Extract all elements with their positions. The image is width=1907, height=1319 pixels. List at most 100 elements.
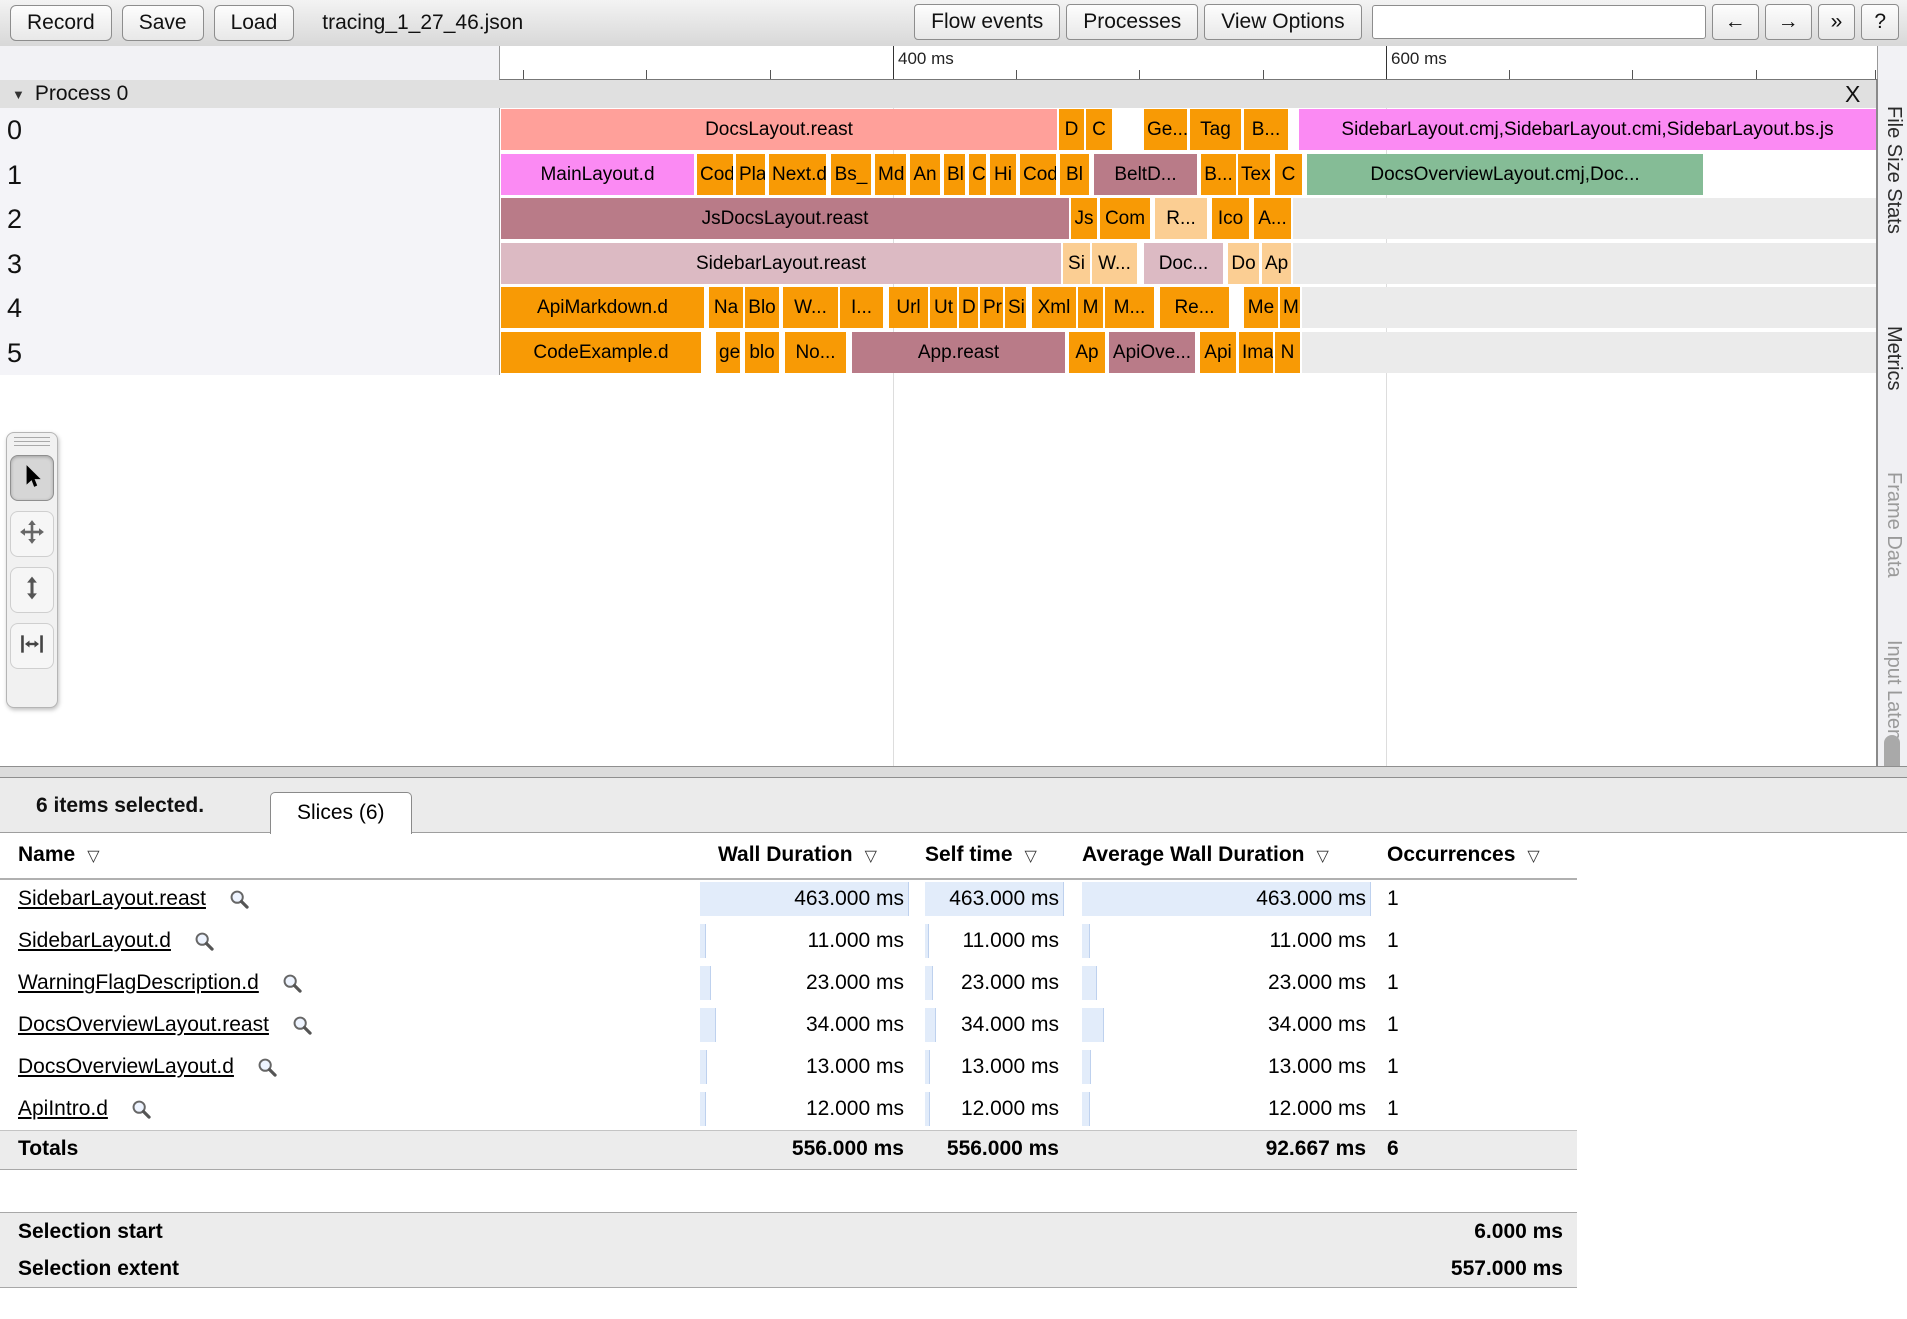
timeline-slice[interactable]: DocsOverviewLayout.cmj,Doc... bbox=[1307, 154, 1703, 195]
column-header-wall-duration[interactable]: Wall Duration▽ bbox=[718, 833, 877, 878]
timeline-slice[interactable]: Api bbox=[1200, 332, 1236, 373]
timeline-slice[interactable]: Md bbox=[875, 154, 906, 195]
timeline-slice[interactable]: Me bbox=[1244, 287, 1278, 328]
column-header-occurrences[interactable]: Occurrences▽ bbox=[1387, 833, 1540, 878]
palette-drag-handle[interactable] bbox=[14, 437, 50, 449]
find-previous-button[interactable]: ← bbox=[1712, 4, 1759, 40]
timeline-slice[interactable]: M bbox=[1280, 287, 1300, 328]
timeline-slice[interactable]: Cod bbox=[1020, 154, 1056, 195]
view-options-button[interactable]: View Options bbox=[1204, 4, 1361, 40]
timeline-slice[interactable]: MainLayout.d bbox=[501, 154, 694, 195]
slice-name-link[interactable]: ApiIntro.d bbox=[18, 1097, 108, 1121]
timeline-slice[interactable]: blo bbox=[745, 332, 779, 373]
timeline-slice[interactable]: Ima bbox=[1239, 332, 1273, 373]
column-header-self-time[interactable]: Self time▽ bbox=[925, 833, 1037, 878]
timeline-slice[interactable]: B... bbox=[1244, 109, 1288, 150]
timeline-slice[interactable]: Tag bbox=[1190, 109, 1241, 150]
timeline-slice[interactable]: C bbox=[1086, 109, 1112, 150]
timeline-slice[interactable]: App.reast bbox=[852, 332, 1065, 373]
timing-tool-button[interactable] bbox=[10, 623, 54, 669]
record-button[interactable]: Record bbox=[10, 5, 112, 41]
slice-name-link[interactable]: DocsOverviewLayout.d bbox=[18, 1055, 234, 1079]
timeline-slice[interactable]: I... bbox=[840, 287, 883, 328]
slice-name-link[interactable]: SidebarLayout.d bbox=[18, 929, 171, 953]
timeline-slice[interactable]: JsDocsLayout.reast bbox=[501, 198, 1069, 239]
processes-button[interactable]: Processes bbox=[1066, 4, 1198, 40]
timeline-slice[interactable]: D bbox=[959, 287, 978, 328]
timeline-slice[interactable]: Pr bbox=[980, 287, 1003, 328]
timeline-slice[interactable]: Do bbox=[1228, 243, 1259, 284]
selection-tool-button[interactable] bbox=[10, 455, 54, 501]
magnifier-icon[interactable] bbox=[256, 1056, 278, 1078]
timeline-slice[interactable]: Bs_ bbox=[831, 154, 871, 195]
timeline-slice[interactable]: An bbox=[910, 154, 940, 195]
timeline-slice[interactable]: Next.d bbox=[769, 154, 826, 195]
timeline-slice[interactable]: C bbox=[969, 154, 986, 195]
timeline-slice[interactable]: R... bbox=[1155, 198, 1207, 239]
collapse-arrow-icon[interactable]: ▼ bbox=[12, 87, 25, 102]
panel-splitter[interactable] bbox=[0, 766, 1907, 778]
load-button[interactable]: Load bbox=[214, 5, 295, 41]
timeline-slice[interactable]: W... bbox=[1092, 243, 1137, 284]
timeline-slice[interactable]: DocsLayout.reast bbox=[501, 109, 1057, 150]
sidebar-tab-frame-data[interactable]: Frame Data bbox=[1882, 472, 1905, 578]
timeline-slice[interactable]: Xml bbox=[1032, 287, 1076, 328]
find-next-button[interactable]: → bbox=[1765, 4, 1812, 40]
timeline-slice[interactable]: Ap bbox=[1262, 243, 1291, 284]
tab-slices[interactable]: Slices (6) bbox=[270, 792, 412, 834]
find-input[interactable] bbox=[1372, 5, 1706, 39]
timeline-slice[interactable]: CodeExample.d bbox=[501, 332, 701, 373]
timeline-slice[interactable]: Bl bbox=[1060, 154, 1089, 195]
slice-name-link[interactable]: DocsOverviewLayout.reast bbox=[18, 1013, 269, 1037]
magnifier-icon[interactable] bbox=[193, 930, 215, 952]
help-button[interactable]: ? bbox=[1861, 4, 1899, 40]
timeline-slice[interactable]: ge bbox=[716, 332, 740, 373]
timeline-slice[interactable]: Bl bbox=[944, 154, 965, 195]
timeline-slice[interactable]: Pla bbox=[736, 154, 765, 195]
magnifier-icon[interactable] bbox=[228, 888, 250, 910]
timeline-slice[interactable]: Url bbox=[889, 287, 928, 328]
timeline-slice[interactable]: Na bbox=[709, 287, 743, 328]
save-button[interactable]: Save bbox=[122, 5, 204, 41]
slice-name-link[interactable]: SidebarLayout.reast bbox=[18, 887, 206, 911]
sidebar-tab-file-size-stats[interactable]: File Size Stats bbox=[1882, 106, 1905, 234]
timeline-slice[interactable]: D bbox=[1059, 109, 1084, 150]
timeline-slice[interactable]: ApiMarkdown.d bbox=[501, 287, 704, 328]
timeline-slice[interactable]: Ut bbox=[930, 287, 957, 328]
flow-events-button[interactable]: Flow events bbox=[914, 4, 1060, 40]
timeline-slice[interactable]: B... bbox=[1201, 154, 1236, 195]
timeline-slice[interactable]: A... bbox=[1254, 198, 1291, 239]
column-header-name[interactable]: Name▽ bbox=[18, 833, 100, 878]
magnifier-icon[interactable] bbox=[281, 972, 303, 994]
timeline-slice[interactable]: C bbox=[1275, 154, 1302, 195]
timeline-slice[interactable]: No... bbox=[785, 332, 846, 373]
timeline-slice[interactable]: Blo bbox=[745, 287, 779, 328]
timeline-slice[interactable]: Si bbox=[1063, 243, 1090, 284]
sidebar-tab-metrics[interactable]: Metrics bbox=[1882, 326, 1905, 390]
timeline-slice[interactable]: Cod bbox=[697, 154, 733, 195]
pan-tool-button[interactable] bbox=[10, 511, 54, 557]
timeline-slice[interactable]: Ico bbox=[1212, 198, 1249, 239]
timeline-slice[interactable]: SidebarLayout.cmj,SidebarLayout.cmi,Side… bbox=[1299, 109, 1876, 150]
magnifier-icon[interactable] bbox=[130, 1098, 152, 1120]
timeline-slice[interactable]: Hi bbox=[990, 154, 1016, 195]
slice-name-link[interactable]: WarningFlagDescription.d bbox=[18, 971, 259, 995]
timeline-slice[interactable]: ApiOve... bbox=[1109, 332, 1195, 373]
timeline-slice[interactable]: Ge... bbox=[1144, 109, 1187, 150]
timeline-slice[interactable]: N bbox=[1275, 332, 1300, 373]
magnifier-icon[interactable] bbox=[291, 1014, 313, 1036]
timeline-slice[interactable]: Re... bbox=[1160, 287, 1229, 328]
timeline-slice[interactable]: M... bbox=[1105, 287, 1154, 328]
timeline-slice[interactable]: Si bbox=[1005, 287, 1026, 328]
timeline-slice[interactable]: Tex bbox=[1238, 154, 1270, 195]
close-process-button[interactable]: X bbox=[1845, 81, 1860, 108]
more-options-button[interactable]: » bbox=[1818, 4, 1856, 40]
timeline-slice[interactable]: SidebarLayout.reast bbox=[501, 243, 1061, 284]
vertical-zoom-tool-button[interactable] bbox=[10, 567, 54, 613]
timeline-slice[interactable]: Doc... bbox=[1144, 243, 1223, 284]
timeline-slice[interactable]: BeltD... bbox=[1094, 154, 1197, 195]
timeline-slice[interactable]: Ap bbox=[1069, 332, 1105, 373]
timeline-slice[interactable]: M bbox=[1078, 287, 1103, 328]
column-header-average-wall-duration[interactable]: Average Wall Duration▽ bbox=[1082, 833, 1329, 878]
timeline-slice[interactable]: Com bbox=[1100, 198, 1150, 239]
